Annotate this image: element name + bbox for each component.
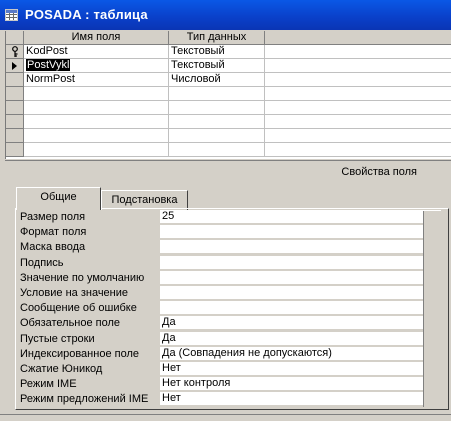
property-value-field[interactable]: Нет контроля (160, 377, 441, 392)
property-label: Пустые строки (20, 332, 95, 345)
description-cell[interactable] (265, 45, 451, 59)
data-type-cell[interactable]: Текстовый (169, 59, 265, 73)
field-name-text: PostVykl (26, 59, 71, 71)
property-label: Обязательное поле (20, 317, 121, 330)
grid-corner[interactable] (6, 31, 24, 45)
data-type-cell[interactable]: Числовой (169, 73, 265, 87)
field-properties-strip: Свойства поля (5, 160, 451, 183)
property-value-field[interactable]: Нет (160, 392, 441, 407)
current-row-pointer-icon (12, 62, 17, 70)
row-selector[interactable] (6, 101, 24, 115)
property-value-field[interactable] (160, 286, 441, 300)
property-help-area (423, 211, 448, 407)
property-value-field[interactable] (160, 270, 441, 285)
field-name-cell[interactable]: KodPost (24, 45, 169, 59)
property-value-field[interactable]: Нет (160, 362, 441, 376)
data-type-cell[interactable] (169, 115, 265, 129)
data-type-cell[interactable] (169, 129, 265, 143)
property-label: Формат поля (20, 226, 87, 239)
primary-key-icon (12, 46, 18, 57)
property-row: Обязательное поле Да (20, 316, 441, 331)
property-value-field[interactable] (160, 225, 441, 240)
property-label: Сжатие Юникод (20, 363, 103, 375)
row-selector[interactable] (6, 115, 24, 129)
data-type-cell[interactable] (169, 143, 265, 157)
row-selector[interactable] (6, 59, 24, 73)
property-label: Размер поля (20, 211, 86, 223)
property-value-field[interactable] (160, 301, 441, 316)
property-row: Режим IME Нет контроля (20, 377, 441, 392)
column-header-description[interactable] (265, 31, 451, 45)
field-name-cell[interactable] (24, 143, 169, 157)
property-value-field[interactable] (160, 240, 441, 255)
property-row: Формат поля (20, 225, 441, 240)
property-label: Маска ввода (20, 241, 86, 254)
property-label: Значение по умолчанию (20, 271, 145, 284)
table-row[interactable] (6, 87, 451, 101)
field-name-cell[interactable] (24, 87, 169, 101)
row-selector[interactable] (6, 45, 24, 59)
field-name-cell[interactable] (24, 129, 169, 143)
property-row: Подпись (20, 255, 441, 271)
description-cell[interactable] (265, 59, 451, 73)
property-value-field[interactable]: Да (160, 331, 441, 346)
column-header-field-name[interactable]: Имя поля (24, 31, 169, 45)
property-label: Подпись (20, 256, 64, 269)
property-row: Условие на значение (20, 286, 441, 301)
table-design-window: POSADA : таблица Имя поля Тип данных Kod… (0, 0, 451, 421)
field-properties-label: Свойства поля (341, 166, 417, 178)
row-selector[interactable] (6, 129, 24, 143)
description-cell[interactable] (265, 143, 451, 157)
table-row[interactable] (6, 101, 451, 115)
field-name-cell[interactable]: PostVykl (24, 59, 169, 73)
table-row[interactable]: PostVykl Текстовый (6, 59, 451, 73)
property-value-field[interactable] (160, 255, 441, 270)
tab-lookup[interactable]: Подстановка (101, 190, 188, 210)
table-row[interactable]: KodPost Текстовый (6, 45, 451, 59)
field-name-cell[interactable] (24, 115, 169, 129)
column-header-data-type[interactable]: Тип данных (169, 31, 265, 45)
property-value-field[interactable]: Да (Совпадения не допускаются) (160, 346, 441, 361)
property-row: Сжатие Юникод Нет (20, 362, 441, 377)
property-row: Маска ввода (20, 240, 441, 255)
field-name-cell[interactable]: NormPost (24, 73, 169, 87)
field-design-grid: Имя поля Тип данных KodPost Текстовый Post… (5, 31, 451, 159)
description-cell[interactable] (265, 73, 451, 87)
table-row[interactable]: NormPost Числовой (6, 73, 451, 87)
property-row: Значение по умолчанию (20, 270, 441, 286)
tab-general[interactable]: Общие (16, 187, 101, 210)
property-row: Размер поля 25 (20, 210, 441, 225)
property-value-field[interactable]: Да (160, 316, 441, 331)
field-name-cell[interactable] (24, 101, 169, 115)
property-row: Индексированное поле Да (Совпадения не до… (20, 346, 441, 362)
property-row: Сообщение об ошибке (20, 301, 441, 316)
row-selector[interactable] (6, 143, 24, 157)
data-type-cell[interactable] (169, 101, 265, 115)
title-bar[interactable]: POSADA : таблица (0, 0, 451, 30)
description-cell[interactable] (265, 101, 451, 115)
row-selector[interactable] (6, 87, 24, 101)
description-cell[interactable] (265, 115, 451, 129)
description-cell[interactable] (265, 87, 451, 101)
table-row[interactable] (6, 115, 451, 129)
window-title: POSADA : таблица (25, 7, 148, 22)
property-label: Сообщение об ошибке (20, 302, 137, 315)
data-type-cell[interactable]: Текстовый (169, 45, 265, 59)
field-name-text: KodPost (26, 45, 68, 57)
property-value-field[interactable]: 25 (160, 210, 441, 224)
table-icon (5, 9, 18, 21)
property-row: Режим предложений IME Нет (20, 392, 441, 407)
table-row[interactable] (6, 143, 451, 157)
row-selector[interactable] (6, 73, 24, 87)
table-row[interactable] (6, 129, 451, 143)
field-name-text: NormPost (26, 73, 75, 85)
property-label: Условие на значение (20, 287, 129, 299)
property-label: Режим IME (20, 378, 77, 391)
property-label: Режим предложений IME (20, 393, 149, 406)
description-cell[interactable] (265, 129, 451, 143)
data-type-cell[interactable] (169, 87, 265, 101)
property-row: Пустые строки Да (20, 331, 441, 347)
property-label: Индексированное поле (20, 347, 139, 360)
